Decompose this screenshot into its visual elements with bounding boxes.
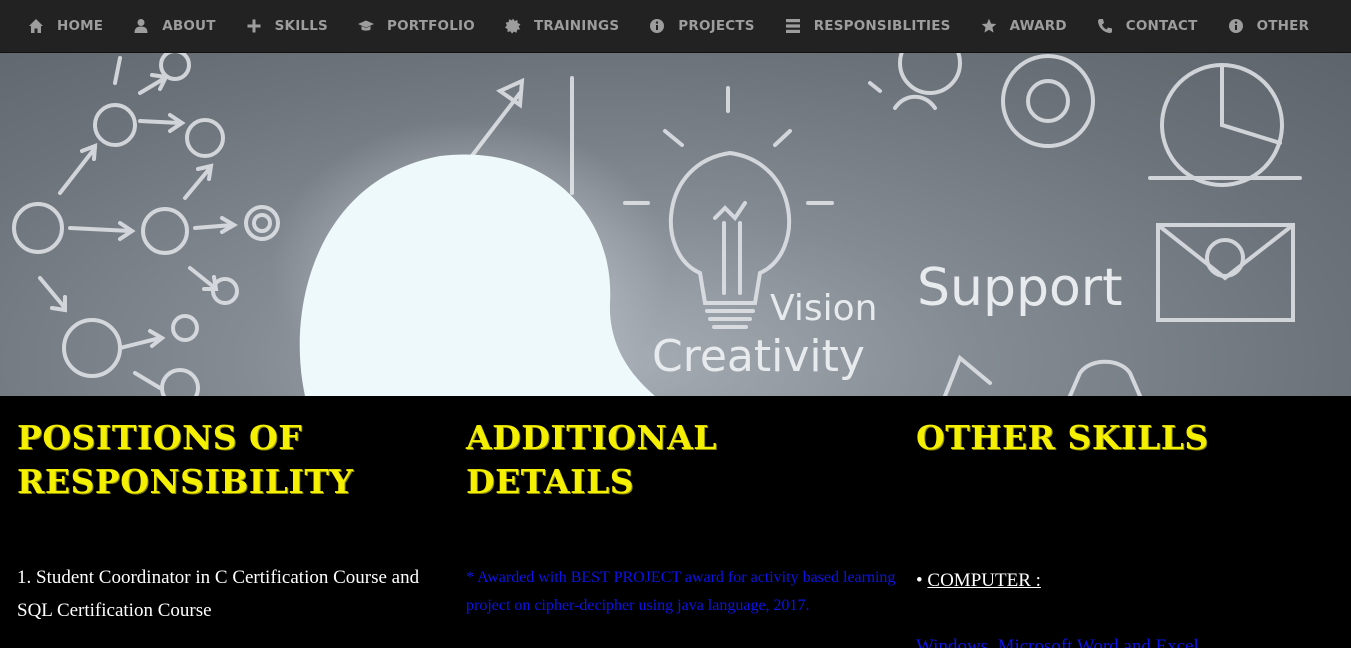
hero-banner-image: Vision Creativity Support — [0, 53, 1351, 396]
responsibility-item: 1. Student Coordinator in C Certificatio… — [17, 567, 420, 621]
chalkboard-illustration: Vision Creativity Support — [12, 53, 1302, 396]
hero-word-support: Support — [917, 258, 1123, 318]
bullet: • — [916, 570, 928, 591]
nav-label: PORTFOLIO — [386, 18, 475, 34]
nav-other[interactable]: OTHER — [1228, 18, 1310, 34]
nav-label: HOME — [57, 18, 104, 34]
certificate-icon — [504, 18, 521, 34]
nav-skills[interactable]: SKILLS — [246, 18, 328, 34]
additional-details-column: ADDITIONAL DETAILS — [466, 416, 896, 504]
nav-award[interactable]: AWARD — [981, 18, 1067, 34]
top-navbar: HOME ABOUT SKILLS PORTFOLIO TRAININGS PR… — [0, 0, 1351, 53]
nav-home[interactable]: HOME — [28, 18, 103, 34]
info-icon — [649, 18, 665, 34]
nav-about[interactable]: ABOUT — [133, 18, 215, 34]
responsibility-heading: POSITIONS OF RESPONSIBILITY — [17, 418, 354, 501]
computer-skills-text: Windows, Microsoft Word and Excel — [916, 636, 1199, 648]
phone-icon — [1097, 18, 1113, 34]
additional-details-heading: ADDITIONAL DETAILS — [466, 418, 717, 501]
responsibility-column: POSITIONS OF RESPONSIBILITY — [17, 416, 447, 504]
home-icon — [28, 18, 44, 34]
nav-contact[interactable]: CONTACT — [1097, 18, 1198, 34]
star-icon — [981, 18, 997, 34]
computer-skills-label: • COMPUTER : — [916, 564, 1346, 597]
nav-responsibilities[interactable]: RESPONSIBLITIES — [785, 18, 951, 34]
nav-label: PROJECTS — [678, 18, 755, 34]
other-skills-heading: OTHER SKILLS — [916, 418, 1209, 457]
user-icon — [133, 18, 149, 34]
nav-label: ABOUT — [162, 18, 216, 34]
nav-label: AWARD — [1009, 18, 1067, 34]
hero-word-vision: Vision — [770, 288, 877, 329]
hero-word-creativity: Creativity — [652, 331, 865, 382]
nav-label: CONTACT — [1125, 18, 1198, 34]
other-skills-column: OTHER SKILLS — [916, 416, 1346, 460]
computer-label: COMPUTER : — [927, 570, 1041, 591]
nav-label: OTHER — [1256, 18, 1310, 34]
nav-projects[interactable]: PROJECTS — [649, 18, 755, 34]
content-section: POSITIONS OF RESPONSIBILITY ADDITIONAL D… — [0, 396, 1351, 648]
list-icon — [785, 18, 801, 34]
info-icon — [1228, 18, 1244, 34]
nav-portfolio[interactable]: PORTFOLIO — [357, 18, 475, 34]
plus-icon — [246, 18, 262, 34]
nav-label: SKILLS — [274, 18, 328, 34]
graduation-cap-icon — [357, 18, 374, 34]
nav-label: TRAININGS — [533, 18, 620, 34]
nav-trainings[interactable]: TRAININGS — [504, 18, 620, 34]
nav-label: RESPONSIBLITIES — [813, 18, 951, 34]
additional-details-item: * Awarded with BEST PROJECT award for ac… — [466, 569, 896, 614]
